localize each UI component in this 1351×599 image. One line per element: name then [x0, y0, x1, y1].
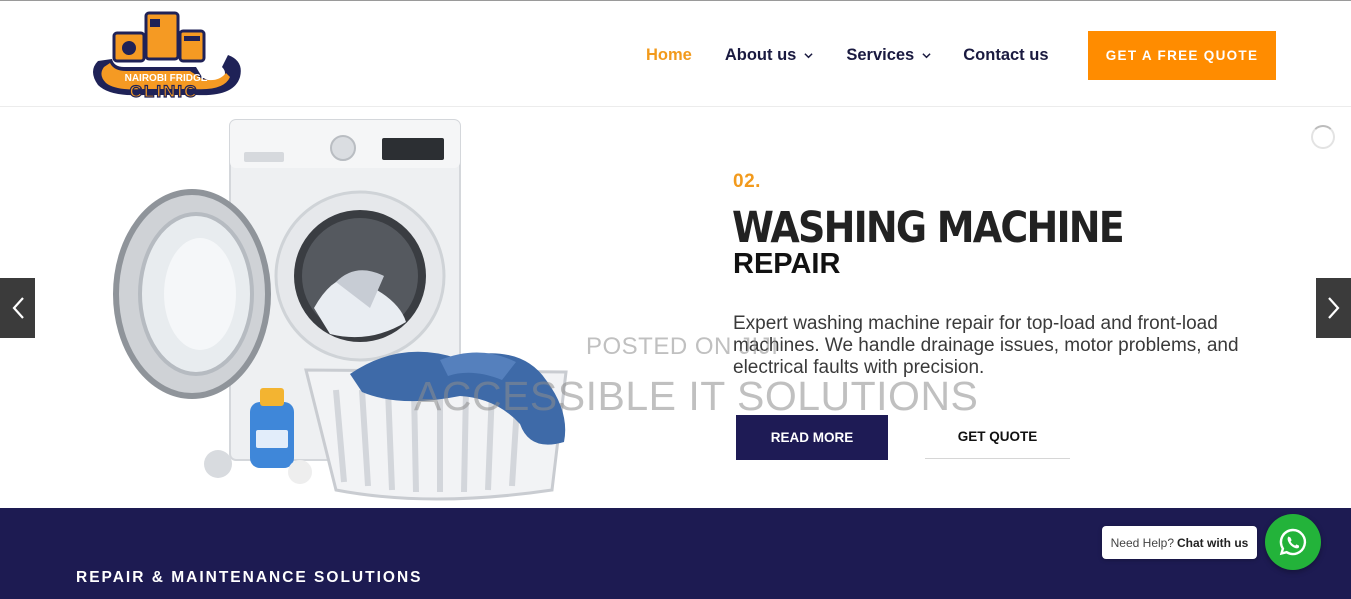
nav-services[interactable]: Services — [846, 46, 931, 65]
whatsapp-icon — [1279, 528, 1307, 556]
site-header: NAIROBI FRIDGE CLINIC Home About us Serv… — [0, 1, 1351, 107]
nav-services-label: Services — [846, 45, 915, 64]
slide-title: WASHING MACHINE — [732, 203, 1125, 253]
get-quote-button[interactable]: GET QUOTE — [925, 415, 1070, 459]
chevron-down-icon — [804, 52, 813, 58]
nav-contact-us[interactable]: Contact us — [963, 46, 1048, 65]
site-logo[interactable]: NAIROBI FRIDGE CLINIC — [84, 11, 246, 99]
hero-slider: 02. WASHING MACHINE REPAIR Expert washin… — [0, 108, 1351, 508]
nav-about-us[interactable]: About us — [725, 46, 814, 65]
watermark-line1: POSTED ON JIJI — [586, 333, 779, 360]
whatsapp-chat-button[interactable] — [1265, 514, 1321, 570]
nav-contact-label: Contact us — [963, 45, 1049, 64]
nav-home[interactable]: Home — [646, 46, 692, 65]
chevron-down-icon — [922, 52, 931, 58]
chat-action: Chat with us — [1177, 535, 1249, 550]
loading-spinner-icon — [1311, 125, 1335, 149]
chevron-right-icon — [1327, 297, 1339, 319]
nav-about-label: About us — [724, 45, 797, 64]
main-nav: Home About us Services Contact us — [646, 45, 1049, 65]
chat-prefix: Need Help? — [1110, 535, 1175, 550]
band-title: REPAIR & MAINTENANCE SOLUTIONS — [76, 569, 423, 586]
washing-machine-image — [113, 119, 568, 501]
slide-subtitle: REPAIR — [733, 248, 841, 280]
slide-description: Expert washing machine repair for top-lo… — [733, 313, 1239, 378]
chevron-left-icon — [12, 297, 24, 319]
get-free-quote-button[interactable]: GET A FREE QUOTE — [1088, 31, 1276, 80]
read-more-button[interactable]: READ MORE — [736, 415, 888, 460]
chat-prompt[interactable]: Need Help? Chat with us — [1102, 526, 1257, 559]
watermark-line2: ACCESSIBLE IT SOLUTIONS — [414, 373, 979, 419]
prev-slide-button[interactable] — [0, 278, 35, 338]
slide-number: 02. — [733, 171, 761, 192]
logo-line2-text: CLINIC — [130, 82, 199, 99]
next-slide-button[interactable] — [1316, 278, 1351, 338]
nav-home-label: Home — [646, 45, 692, 64]
